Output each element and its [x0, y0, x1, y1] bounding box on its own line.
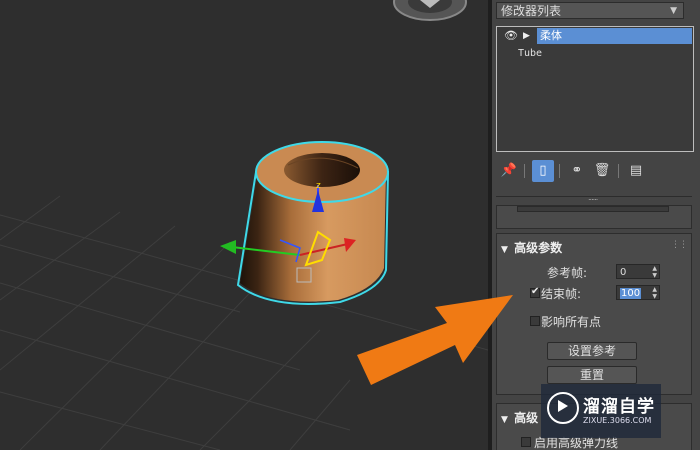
spinner-arrows-icon[interactable]: ▲ ▼ — [652, 265, 657, 279]
set-reference-button[interactable]: 设置参考 — [547, 342, 637, 360]
rollout-title: 高级参数 — [514, 241, 563, 255]
stack-item-flex[interactable]: 👁 ▶ 柔体 — [498, 28, 692, 44]
ref-frame-spinner[interactable]: 0 ▲ ▼ — [616, 264, 660, 279]
collapse-triangle-icon: ▼ — [501, 415, 508, 425]
collapsed-rollout — [496, 205, 692, 229]
remove-modifier-icon[interactable]: 🗑 — [591, 160, 613, 182]
end-frame-label: 结束帧: — [541, 287, 582, 301]
enable-advanced-springs-checkbox[interactable] — [521, 437, 531, 447]
collapse-triangle-icon: ▼ — [501, 245, 508, 255]
watermark-url: ZIXUE.3066.COM — [583, 416, 652, 425]
divider — [618, 164, 619, 178]
modifier-list-label: 修改器列表 — [501, 4, 562, 18]
modifier-stack[interactable]: 👁 ▶ 柔体 Tube — [496, 26, 694, 152]
rollout-header[interactable]: ▼ 高级 — [501, 409, 538, 426]
advanced-params-rollout: ▼ 高级参数 ⋮⋮ 参考帧: 0 ▲▼ 结束帧: 100 ▲▼ 影响所有点 设置… — [496, 233, 692, 395]
stack-toolbar: 📌 ▯ ⚭ 🗑 ▤ — [496, 160, 696, 184]
make-unique-icon[interactable]: ⚭ — [566, 160, 588, 182]
spinner-arrows-icon[interactable]: ▲ ▼ — [652, 286, 657, 300]
viewcube — [393, 0, 467, 21]
affect-all-points-label: 影响所有点 — [541, 315, 602, 329]
affect-all-points-checkbox[interactable] — [530, 316, 540, 326]
pin-stack-icon[interactable]: 📌 — [498, 160, 520, 182]
show-end-result-icon[interactable]: ▯ — [532, 160, 554, 182]
end-frame-checkbox[interactable] — [530, 286, 540, 298]
rollout-header[interactable]: ▼ 高级参数 — [501, 239, 562, 256]
scrollbar-thumb[interactable] — [517, 206, 669, 212]
svg-text:z: z — [316, 181, 321, 191]
tube-object — [236, 141, 390, 305]
stack-item-label: Tube — [518, 48, 543, 59]
divider — [559, 164, 560, 178]
stack-item-label: 柔体 — [540, 29, 562, 42]
ref-frame-label: 参考帧: — [547, 266, 588, 280]
eye-icon[interactable]: 👁 — [504, 28, 518, 44]
reset-button[interactable]: 重置 — [547, 366, 637, 384]
configure-modifier-sets-icon[interactable]: ▤ — [625, 160, 647, 182]
panel-resize-grip[interactable]: ...... — [496, 193, 692, 203]
modifier-list-dropdown[interactable]: 修改器列表 ▼ — [496, 2, 684, 19]
rollout-title: 高级 — [514, 411, 539, 425]
annotation-arrow — [357, 295, 513, 385]
ref-frame-value: 0 — [620, 267, 627, 278]
end-frame-spinner[interactable]: 100 ▲ ▼ — [616, 285, 660, 300]
watermark-name: 溜溜自学 — [583, 397, 655, 417]
expand-triangle-icon[interactable]: ▶ — [523, 28, 530, 44]
divider — [524, 164, 525, 178]
end-frame-value: 100 — [620, 288, 642, 299]
command-panel: 修改器列表 ▼ 👁 ▶ 柔体 Tube 📌 ▯ ⚭ 🗑 ▤ ...... ▼ 高… — [492, 0, 700, 450]
stack-item-tube[interactable]: Tube — [498, 46, 692, 62]
play-logo-icon — [547, 392, 579, 424]
chevron-down-icon: ▼ — [670, 6, 677, 16]
watermark: 溜溜自学 ZIXUE.3066.COM — [541, 384, 661, 438]
grip-dots-icon: ⋮⋮ — [671, 240, 688, 250]
